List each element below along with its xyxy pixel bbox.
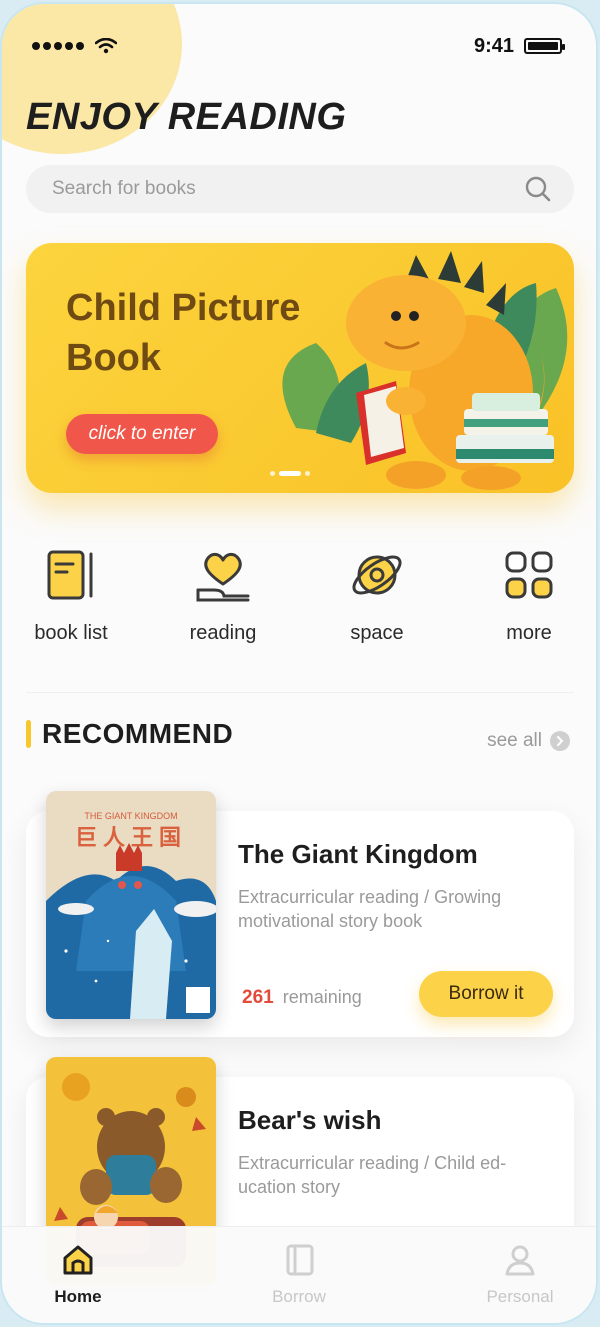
divider (26, 692, 574, 693)
recommend-heading: RECOMMEND (42, 718, 234, 749)
book-card[interactable]: THE GIANT KINGDOM 巨人王国 The Giant Kingdom… (26, 791, 574, 1037)
person-icon (505, 1245, 535, 1276)
book-description: Extracurricular reading / Child ed-ucati… (238, 1153, 507, 1197)
see-all-link[interactable]: see all (487, 730, 570, 752)
remaining-count: 261 remaining (242, 987, 362, 1009)
page-title: ENJOY READING (26, 96, 347, 138)
heart-hand-icon (196, 552, 250, 602)
signal-icon (32, 38, 117, 54)
remaining-label: remaining (282, 987, 362, 1007)
see-all-label: see all (487, 730, 542, 751)
carousel-dots[interactable] (270, 471, 310, 476)
section-accent-bar (26, 720, 31, 748)
wifi-icon (95, 38, 117, 54)
bottom-tab-bar: Home Borrow Personal (2, 1226, 596, 1323)
search-input[interactable] (52, 178, 452, 200)
tab-personal[interactable]: Personal (460, 1243, 580, 1307)
click-to-enter-button[interactable]: click to enter (66, 414, 218, 454)
planet-icon (352, 555, 402, 595)
phone-screen: 9:41 ENJOY READING Child Picture Book cl… (0, 2, 598, 1325)
category-label: reading (189, 622, 257, 644)
tab-home[interactable]: Home (18, 1243, 138, 1307)
borrow-icon (286, 1244, 314, 1276)
grid-icon (505, 551, 553, 599)
status-time: 9:41 (473, 34, 514, 57)
category-more[interactable]: more (474, 548, 584, 645)
category-space[interactable]: space (322, 548, 432, 645)
remaining-number: 261 (242, 987, 274, 1008)
borrow-button[interactable]: Borrow it (419, 971, 553, 1017)
category-book-list[interactable]: book list (16, 548, 126, 645)
cover-title-text: THE GIANT KINGDOM (84, 811, 177, 821)
battery-icon (524, 38, 565, 54)
chevron-right-icon (550, 731, 570, 751)
category-row: book list reading space more (2, 548, 596, 658)
book-description: Extracurricular reading / Growing motiva… (238, 887, 502, 931)
tab-label: Borrow (272, 1287, 326, 1306)
book-title[interactable]: Bear's wish (238, 1105, 381, 1136)
category-label: book list (34, 622, 108, 644)
search-bar[interactable] (26, 165, 574, 213)
promo-banner[interactable]: Child Picture Book click to enter (26, 243, 574, 493)
search-icon[interactable] (524, 175, 552, 203)
home-icon (63, 1245, 93, 1275)
status-bar: 9:41 (32, 32, 565, 60)
tab-label: Home (54, 1287, 102, 1306)
book-title[interactable]: The Giant Kingdom (238, 839, 478, 870)
book-list-icon (47, 550, 93, 600)
category-reading[interactable]: reading (168, 548, 278, 645)
tab-borrow[interactable]: Borrow (239, 1243, 359, 1307)
category-label: more (506, 622, 552, 644)
dinosaur-reading-illustration (282, 251, 568, 490)
category-label: space (350, 622, 404, 644)
tab-label: Personal (486, 1287, 554, 1306)
book-cover-giant-kingdom[interactable]: THE GIANT KINGDOM 巨人王国 (46, 791, 216, 1019)
